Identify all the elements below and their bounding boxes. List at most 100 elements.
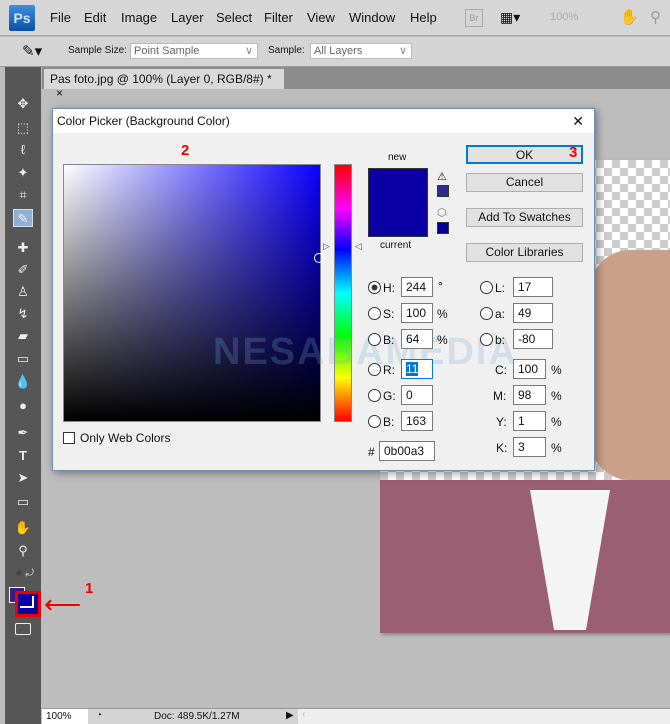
- m-input[interactable]: 98: [513, 385, 546, 405]
- path-selection-icon[interactable]: ➤: [13, 469, 33, 487]
- magic-wand-tool-icon[interactable]: ✦: [13, 164, 33, 182]
- c-input[interactable]: 100: [513, 359, 546, 379]
- y-label: Y:: [496, 415, 507, 429]
- menu-window[interactable]: Window: [349, 10, 395, 25]
- quick-mask-icon[interactable]: [15, 623, 31, 635]
- s-unit: %: [437, 307, 448, 321]
- current-color-swatch[interactable]: [368, 202, 428, 237]
- b-input[interactable]: 64: [401, 329, 433, 349]
- menu-edit[interactable]: Edit: [84, 10, 106, 25]
- healing-brush-icon[interactable]: ✚: [13, 239, 33, 257]
- zoom-level-dropdown[interactable]: 100%: [550, 11, 578, 23]
- y-input[interactable]: 1: [513, 411, 546, 431]
- hue-slider[interactable]: [334, 164, 352, 422]
- zoom-tool-icon[interactable]: ⚲: [13, 542, 33, 560]
- zoom-tool-icon[interactable]: ⚲: [650, 8, 661, 26]
- menu-select[interactable]: Select: [216, 10, 252, 25]
- photo-jacket: [380, 480, 670, 633]
- g-label: G:: [383, 389, 396, 403]
- out-of-gamut-warning-icon[interactable]: ⚠: [437, 170, 447, 183]
- eyedropper-tool-icon[interactable]: ✎: [13, 209, 33, 227]
- crop-tool-icon[interactable]: ⌗: [13, 186, 33, 204]
- dialog-title-bar: Color Picker (Background Color) ✕: [53, 109, 594, 133]
- blue-input[interactable]: 163: [401, 411, 433, 431]
- hand-tool-icon[interactable]: ✋: [13, 519, 33, 537]
- eraser-tool-icon[interactable]: ▰: [13, 327, 33, 345]
- swap-colors-icon[interactable]: ◾⤾: [13, 565, 34, 583]
- gamut-color-swatch[interactable]: [437, 185, 449, 197]
- gradient-tool-icon[interactable]: ▭: [13, 350, 33, 368]
- hue-slider-left-handle[interactable]: ▷: [323, 241, 330, 252]
- k-input[interactable]: 3: [513, 437, 546, 457]
- g-input[interactable]: 0: [401, 385, 433, 405]
- clone-stamp-icon[interactable]: ♙: [13, 283, 33, 301]
- r-input[interactable]: 11: [401, 359, 433, 379]
- radio-g[interactable]: [368, 389, 381, 402]
- hex-label: #: [368, 445, 375, 459]
- only-web-colors-label: Only Web Colors: [80, 431, 171, 445]
- brush-tool-icon[interactable]: ✐: [13, 261, 33, 279]
- web-safe-color-swatch[interactable]: [437, 222, 449, 234]
- only-web-colors-checkbox[interactable]: [63, 432, 75, 444]
- web-safe-warning-icon[interactable]: ⬡: [437, 206, 447, 219]
- cancel-button[interactable]: Cancel: [466, 173, 583, 192]
- new-color-swatch: [368, 168, 428, 202]
- horizontal-scrollbar[interactable]: ‹: [298, 709, 670, 724]
- radio-blue[interactable]: [368, 415, 381, 428]
- history-brush-icon[interactable]: ↯: [13, 305, 33, 323]
- lasso-tool-icon[interactable]: ℓ: [13, 141, 33, 159]
- color-libraries-button[interactable]: Color Libraries: [466, 243, 583, 262]
- color-field[interactable]: [63, 164, 324, 422]
- l-input[interactable]: 17: [513, 277, 553, 297]
- pen-tool-icon[interactable]: ✒: [13, 424, 33, 442]
- shape-tool-icon[interactable]: ▭: [13, 493, 33, 511]
- lab-b-input[interactable]: -80: [513, 329, 553, 349]
- background-color-swatch[interactable]: [15, 591, 41, 617]
- radio-a[interactable]: [480, 307, 493, 320]
- sample-select[interactable]: All Layers ∨: [310, 43, 412, 59]
- hue-slider-right-handle[interactable]: ◁: [355, 241, 362, 252]
- blur-tool-icon[interactable]: 💧: [13, 373, 33, 391]
- c-unit: %: [551, 363, 562, 377]
- marquee-tool-icon[interactable]: ⬚: [13, 119, 33, 137]
- annotation-arrow-icon: ⟵: [44, 589, 82, 619]
- a-input[interactable]: 49: [513, 303, 553, 323]
- menu-file[interactable]: File: [50, 10, 71, 25]
- sample-size-select[interactable]: Point Sample ∨: [130, 43, 258, 59]
- close-tab-icon[interactable]: ×: [56, 86, 63, 100]
- s-input[interactable]: 100: [401, 303, 433, 323]
- radio-h[interactable]: [368, 281, 381, 294]
- h-label: H:: [383, 281, 395, 295]
- radio-s[interactable]: [368, 307, 381, 320]
- move-tool-icon[interactable]: ✥: [13, 95, 33, 113]
- add-to-swatches-button[interactable]: Add To Swatches: [466, 208, 583, 227]
- status-info-icon[interactable]: ◔: [96, 710, 102, 721]
- zoom-field[interactable]: 100%: [42, 709, 88, 724]
- menu-view[interactable]: View: [307, 10, 335, 25]
- menu-layer[interactable]: Layer: [171, 10, 204, 25]
- menu-help[interactable]: Help: [410, 10, 437, 25]
- radio-l[interactable]: [480, 281, 493, 294]
- hex-input[interactable]: 0b00a3: [379, 441, 435, 461]
- screen-mode-icon[interactable]: ▦▾: [500, 9, 520, 26]
- menu-filter[interactable]: Filter: [264, 10, 293, 25]
- bridge-button[interactable]: Br: [465, 9, 483, 27]
- radio-lab-b[interactable]: [480, 333, 493, 346]
- document-tab[interactable]: Pas foto.jpg @ 100% (Layer 0, RGB/8#) * …: [44, 69, 284, 100]
- annotation-3: 3: [569, 144, 578, 161]
- hand-tool-icon[interactable]: ✋: [620, 8, 639, 26]
- type-tool-icon[interactable]: T: [13, 447, 33, 465]
- menu-image[interactable]: Image: [121, 10, 157, 25]
- eyedropper-preset-icon[interactable]: ✎▾: [22, 42, 42, 60]
- photo-face: [590, 250, 670, 480]
- close-dialog-button[interactable]: ✕: [572, 113, 584, 130]
- k-unit: %: [551, 441, 562, 455]
- radio-b[interactable]: [368, 333, 381, 346]
- radio-r[interactable]: [368, 363, 381, 376]
- ok-button[interactable]: OK: [466, 145, 583, 164]
- current-label: current: [380, 240, 412, 251]
- l-label: L:: [495, 281, 506, 295]
- h-input[interactable]: 244: [401, 277, 433, 297]
- status-menu-arrow-icon[interactable]: ▶: [286, 710, 294, 721]
- dodge-tool-icon[interactable]: ●: [13, 397, 33, 415]
